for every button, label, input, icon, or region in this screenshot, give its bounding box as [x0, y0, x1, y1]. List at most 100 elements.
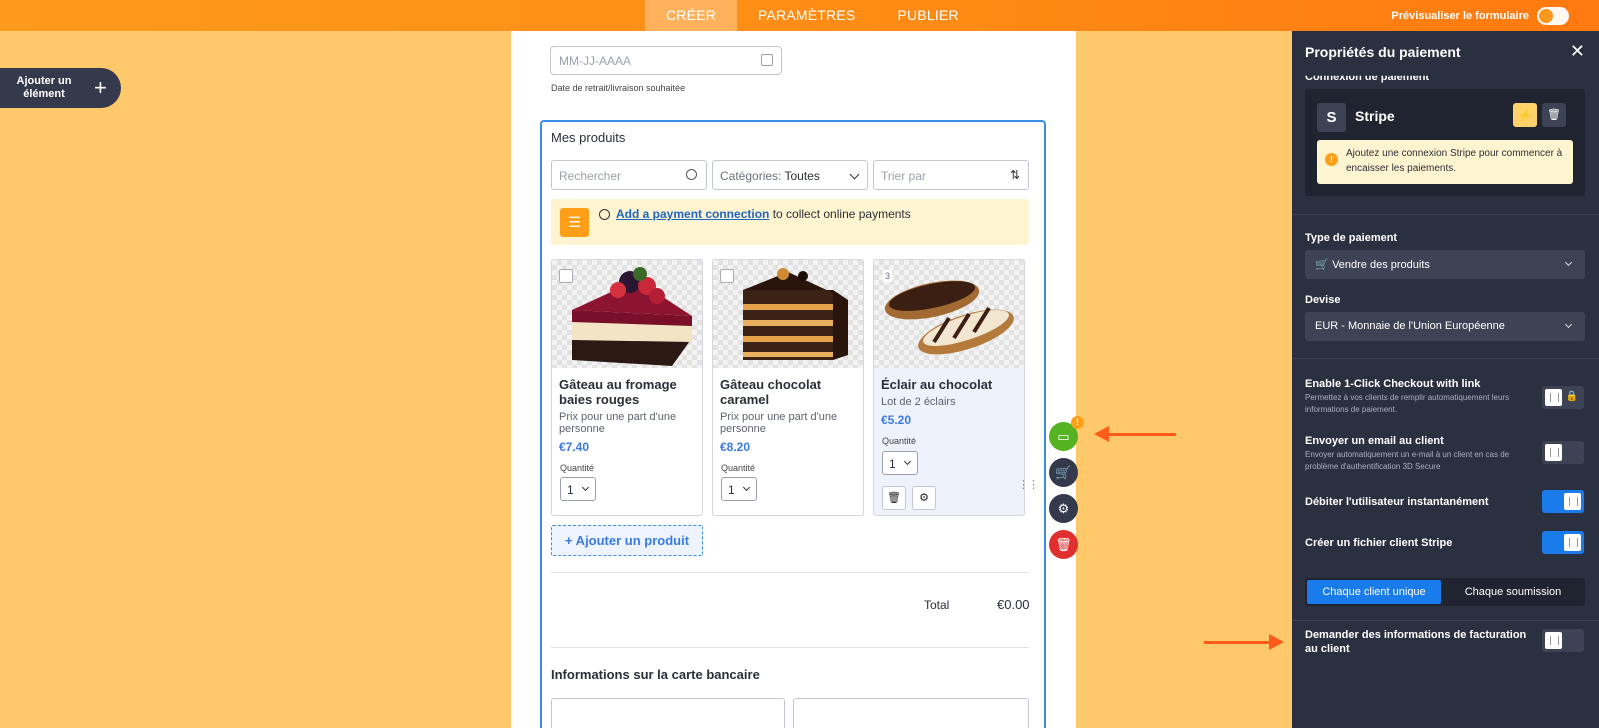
toggle-knob — [1545, 389, 1562, 406]
product-name: Gâteau au fromage baies rouges — [559, 377, 677, 407]
search-icon[interactable] — [686, 169, 697, 180]
credit-card-icon: ▭ — [1057, 429, 1070, 444]
cheesecake-image — [572, 267, 692, 366]
settings-tool-button[interactable]: ⚙ — [1049, 494, 1078, 523]
product-list-title: Mes produits — [551, 130, 626, 145]
product-image — [552, 260, 702, 368]
segment-each-submission[interactable]: Chaque soumission — [1443, 580, 1583, 604]
card-info-title: Informations sur la carte bancaire — [551, 667, 760, 682]
product-image — [713, 260, 863, 368]
option-charge-instantly: Débiter l'utilisateur instantanément — [1305, 495, 1535, 509]
card-expiry-field[interactable] — [793, 698, 1029, 728]
currency-select[interactable]: EUR - Monnaie de l'Union Européenne — [1305, 312, 1585, 341]
payment-notice: ☰ Add a payment connection to collect on… — [551, 199, 1029, 245]
calendar-icon[interactable] — [761, 54, 773, 66]
add-product-button[interactable]: + Ajouter un produit — [551, 525, 703, 556]
delete-field-button[interactable]: 🗑 — [1049, 530, 1078, 559]
annotation-arrow-right — [1204, 634, 1284, 650]
create-stripe-customer-toggle[interactable] — [1542, 531, 1584, 554]
product-card[interactable]: Gâteau chocolat caramel Prix pour une pa… — [712, 259, 864, 516]
add-element-label: Ajouter un élément — [16, 75, 72, 100]
stripe-connection-box: S Stripe ⚡ 🗑 ! Ajoutez une connexion Str… — [1305, 89, 1585, 196]
toggle-knob — [1564, 534, 1581, 551]
stripe-warning-text: Ajoutez une connexion Stripe pour commen… — [1346, 148, 1563, 174]
option-title: Enable 1-Click Checkout with link — [1305, 378, 1481, 390]
plus-icon: + — [94, 75, 107, 100]
option-create-stripe-customer: Créer un fichier client Stripe — [1305, 536, 1535, 550]
quantity-select[interactable]: 1 — [560, 477, 596, 501]
payment-type-value: Vendre des produits — [1332, 259, 1430, 271]
form-canvas: MM-JJ-AAAA Date de retrait/livraison sou… — [511, 31, 1076, 728]
payment-type-label: Type de paiement — [1305, 232, 1398, 244]
quantity-select[interactable]: 1 — [882, 451, 918, 475]
tab-parametres[interactable]: PARAMÈTRES — [737, 0, 876, 31]
stripe-logo: S — [1317, 103, 1346, 132]
quantity-label: Quantité — [721, 463, 756, 473]
product-checkbox[interactable] — [559, 269, 573, 283]
tab-creer[interactable]: CRÉER — [645, 0, 738, 31]
segment-each-unique-customer[interactable]: Chaque client unique — [1307, 580, 1441, 604]
quantity-value: 1 — [567, 483, 574, 497]
product-card[interactable]: Gâteau au fromage baies rouges Prix pour… — [551, 259, 703, 516]
delete-product-button[interactable]: 🗑 — [882, 486, 906, 510]
payment-properties-panel: Propriétés du paiement ✕ Connexion de pa… — [1292, 31, 1599, 728]
chocolate-eclair-image — [884, 280, 1014, 355]
cart-icon: 🛒 — [1055, 465, 1072, 480]
notice-radio[interactable] — [599, 209, 610, 220]
notice-suffix: to collect online payments — [769, 207, 911, 221]
chevron-down-icon — [581, 483, 590, 492]
preview-form-toggle[interactable] — [1537, 6, 1569, 25]
product-card-selected[interactable]: 3 Éclair au chocolat Lot de 2 éclairs €5… — [873, 259, 1025, 516]
billing-info-toggle[interactable] — [1542, 629, 1584, 652]
product-description: Prix pour une part d'une personne — [720, 411, 838, 435]
trash-icon: 🗑 — [887, 492, 901, 504]
chevron-down-icon — [903, 457, 912, 466]
divider — [1292, 214, 1599, 215]
product-description: Prix pour une part d'une personne — [559, 411, 677, 435]
option-billing-info: Demander des informations de facturation… — [1305, 628, 1535, 656]
add-payment-connection-link[interactable]: Add a payment connection — [616, 207, 769, 221]
product-search-input[interactable]: Rechercher — [551, 160, 707, 190]
close-icon[interactable]: ✕ — [1570, 41, 1585, 62]
product-settings-button[interactable]: ⚙ — [912, 486, 936, 510]
plug-icon: ⚡ — [1517, 108, 1533, 122]
divider — [1292, 620, 1599, 621]
list-icon: ☰ — [560, 208, 589, 237]
chevron-down-icon — [849, 169, 860, 180]
chevron-down-icon — [742, 483, 751, 492]
category-value: Toutes — [784, 169, 820, 183]
chocolate-caramel-cake-image — [743, 268, 848, 360]
date-input[interactable]: MM-JJ-AAAA — [550, 46, 782, 75]
category-select[interactable]: Catégories: Toutes — [712, 160, 868, 190]
product-name: Éclair au chocolat — [881, 377, 993, 392]
gear-icon: ⚙ — [1057, 501, 1070, 516]
stripe-warning: ! Ajoutez une connexion Stripe pour comm… — [1317, 140, 1573, 184]
product-list-widget[interactable]: Mes produits Rechercher Catégories: Tout… — [540, 120, 1046, 728]
1-click-checkout-toggle[interactable]: 🔒 — [1542, 386, 1584, 409]
send-email-toggle[interactable] — [1542, 441, 1584, 464]
option-send-email: Envoyer un email au client Envoyer autom… — [1305, 434, 1535, 473]
remove-connection-button[interactable]: 🗑 — [1542, 103, 1566, 127]
payment-tool-button[interactable]: ▭ ! — [1049, 416, 1084, 451]
charge-instantly-toggle[interactable] — [1542, 490, 1584, 513]
sort-select[interactable]: Trier par ⇅ — [873, 160, 1029, 190]
panel-title: Propriétés du paiement — [1305, 44, 1461, 60]
chevron-down-icon — [1564, 258, 1573, 267]
product-price: €5.20 — [881, 413, 912, 427]
toggle-knob — [1564, 493, 1581, 510]
quantity-select[interactable]: 1 — [721, 477, 757, 501]
card-number-field[interactable] — [551, 698, 785, 728]
lock-icon: 🔒 — [1565, 391, 1578, 402]
drag-handle-icon[interactable]: ⋮⋮ — [1018, 478, 1039, 491]
cart-tool-button[interactable]: 🛒 — [1049, 458, 1078, 487]
builder-tabs: CRÉER PARAMÈTRES PUBLIER — [645, 0, 980, 31]
option-1-click-checkout: Enable 1-Click Checkout with link Permet… — [1305, 377, 1535, 416]
date-placeholder: MM-JJ-AAAA — [559, 54, 631, 68]
add-element-button[interactable]: Ajouter un élément + — [0, 68, 121, 108]
tab-publier[interactable]: PUBLIER — [876, 0, 979, 31]
payment-type-select[interactable]: 🛒 Vendre des produits — [1305, 250, 1585, 279]
connect-plug-button[interactable]: ⚡ — [1513, 103, 1537, 127]
currency-value: EUR - Monnaie de l'Union Européenne — [1315, 320, 1505, 332]
option-title: Demander des informations de facturation… — [1305, 629, 1527, 655]
product-checkbox[interactable] — [720, 269, 734, 283]
